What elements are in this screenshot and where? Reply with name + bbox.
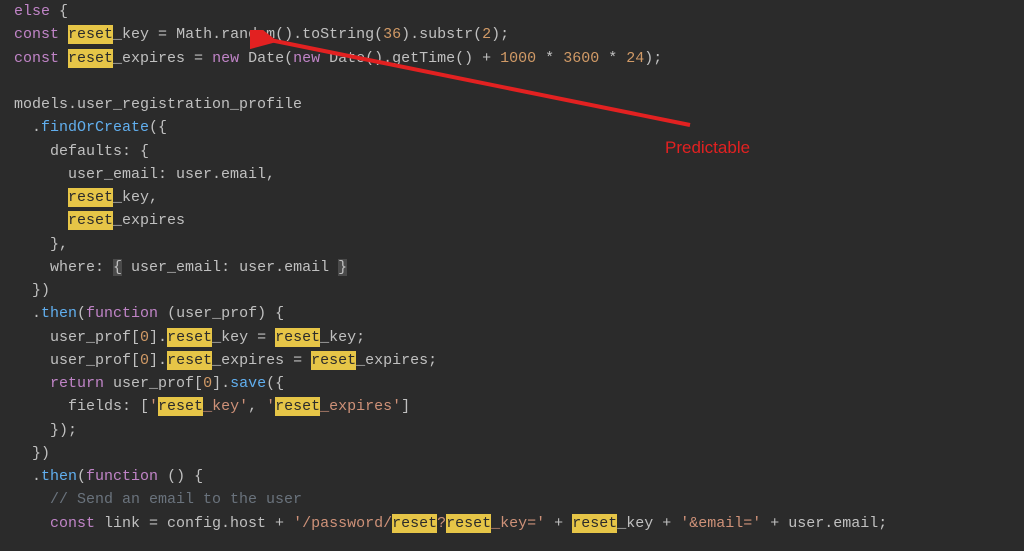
highlight-reset: reset — [167, 351, 212, 370]
code-line — [14, 70, 1024, 93]
code-line: .then(function (user_prof) { — [14, 302, 1024, 325]
code-editor[interactable]: else { const reset_key = Math.random().t… — [14, 0, 1024, 535]
code-line: reset_expires — [14, 209, 1024, 232]
highlight-reset: reset — [311, 351, 356, 370]
code-line: // Send an email to the user — [14, 488, 1024, 511]
brace-match: } — [338, 259, 347, 276]
highlight-reset: reset — [167, 328, 212, 347]
code-line: else { — [14, 0, 1024, 23]
code-line: fields: ['reset_key', 'reset_expires'] — [14, 395, 1024, 418]
code-line: }) — [14, 442, 1024, 465]
code-line: .findOrCreate({ — [14, 116, 1024, 139]
code-line: user_prof[0].reset_expires = reset_expir… — [14, 349, 1024, 372]
highlight-reset: reset — [446, 514, 491, 533]
code-line: }) — [14, 279, 1024, 302]
code-line: models.user_registration_profile — [14, 93, 1024, 116]
highlight-reset: reset — [392, 514, 437, 533]
highlight-reset: reset — [275, 328, 320, 347]
code-line: }); — [14, 419, 1024, 442]
code-line: return user_prof[0].save({ — [14, 372, 1024, 395]
code-line: defaults: { — [14, 140, 1024, 163]
code-line: }, — [14, 233, 1024, 256]
highlight-reset: reset — [68, 25, 113, 44]
highlight-reset: reset — [68, 211, 113, 230]
code-line: where: { user_email: user.email } — [14, 256, 1024, 279]
code-line: user_email: user.email, — [14, 163, 1024, 186]
highlight-reset: reset — [68, 49, 113, 68]
code-line: const link = config.host + '/password/re… — [14, 512, 1024, 535]
code-line: reset_key, — [14, 186, 1024, 209]
brace-match: { — [113, 259, 122, 276]
code-line: const reset_expires = new Date(new Date(… — [14, 47, 1024, 70]
highlight-reset: reset — [572, 514, 617, 533]
highlight-reset: reset — [158, 397, 203, 416]
highlight-reset: reset — [275, 397, 320, 416]
code-line: .then(function () { — [14, 465, 1024, 488]
code-line: user_prof[0].reset_key = reset_key; — [14, 326, 1024, 349]
highlight-reset: reset — [68, 188, 113, 207]
code-line: const reset_key = Math.random().toString… — [14, 23, 1024, 46]
